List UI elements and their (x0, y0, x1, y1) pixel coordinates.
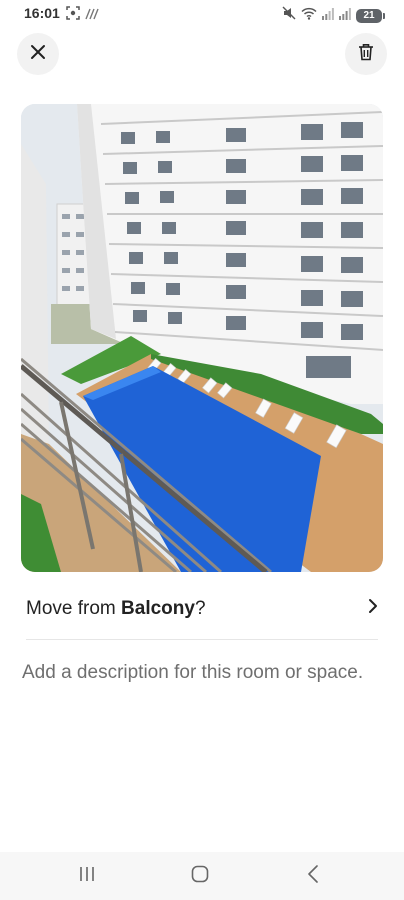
room-name: Balcony (121, 598, 195, 619)
home-icon (191, 865, 209, 888)
close-button[interactable] (17, 33, 59, 75)
back-button[interactable] (293, 862, 333, 890)
move-suffix: ? (194, 598, 206, 619)
move-prefix: Move from (26, 598, 122, 619)
move-from-room-row[interactable]: Move from Balcony? (26, 586, 380, 638)
divider (26, 639, 378, 640)
trash-icon (358, 43, 374, 66)
room-photo[interactable] (21, 104, 383, 572)
wifi-icon (301, 7, 317, 25)
status-bar: 16:01 21 (0, 0, 404, 28)
battery-level: 21 (363, 10, 375, 21)
status-right-icons: 21 (282, 6, 385, 25)
nfc-icon (85, 7, 99, 25)
status-time: 16:01 (24, 5, 60, 21)
back-icon (307, 864, 319, 888)
screenshot-icon (66, 6, 80, 25)
system-nav-bar (0, 852, 404, 900)
battery-icon: 21 (356, 8, 385, 23)
room-photo-illustration (21, 104, 383, 572)
status-left-icons (66, 6, 99, 25)
delete-button[interactable] (345, 33, 387, 75)
close-icon (30, 44, 46, 65)
move-from-label: Move from Balcony? (26, 598, 206, 620)
recents-button[interactable] (67, 862, 107, 890)
signal-icon (339, 7, 351, 25)
home-button[interactable] (180, 862, 220, 890)
description-input[interactable]: Add a description for this room or space… (22, 662, 392, 684)
signal-icon (322, 7, 334, 25)
chevron-right-icon (368, 598, 378, 619)
mute-icon (282, 6, 296, 25)
recents-icon (78, 866, 96, 887)
